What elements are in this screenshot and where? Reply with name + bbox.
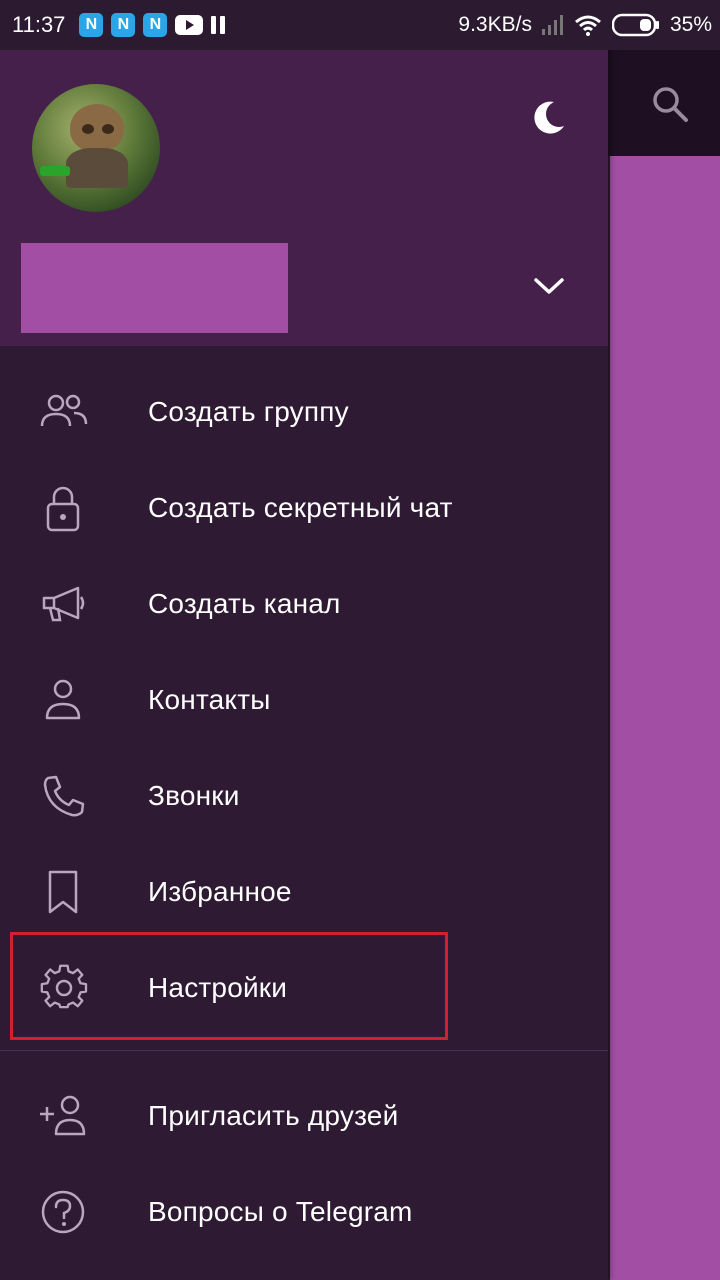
megaphone-icon [38, 580, 90, 628]
menu-item-calls[interactable]: Звонки [0, 748, 608, 844]
menu-item-label: Контакты [148, 684, 271, 715]
menu-item-telegram-faq[interactable]: Вопросы о Telegram [0, 1164, 608, 1260]
avatar[interactable] [32, 84, 160, 212]
avatar-eye [102, 124, 114, 134]
settings-highlight-frame [10, 932, 448, 1040]
battery-icon [611, 13, 660, 37]
menu-item-new-secret-chat[interactable]: Создать секретный чат [0, 460, 608, 556]
menu-item-saved[interactable]: Избранное [0, 844, 608, 940]
menu-item-new-channel[interactable]: Создать канал [0, 556, 608, 652]
menu-item-contacts[interactable]: Контакты [0, 652, 608, 748]
add-person-icon [38, 1092, 90, 1140]
wifi-icon [574, 14, 602, 36]
signal-icon [541, 15, 564, 35]
menu-item-label: Пригласить друзей [148, 1100, 399, 1131]
status-bar: 11:37 N N N 9.3KB/s 35% [0, 0, 720, 50]
pause-icon [211, 16, 226, 34]
youtube-icon [175, 15, 204, 35]
bookmark-icon [38, 868, 90, 916]
n-app-icon: N [111, 13, 136, 37]
avatar-eye [82, 124, 94, 134]
n-app-icon: N [143, 13, 168, 37]
group-icon [38, 388, 90, 436]
notification-icons: N N N [79, 13, 226, 37]
phone-icon [38, 772, 90, 820]
menu-item-label: Звонки [148, 780, 240, 811]
drawer-header [0, 50, 608, 346]
menu-divider [0, 1050, 608, 1051]
menu-item-label: Избранное [148, 876, 292, 907]
avatar-chip [40, 166, 70, 176]
chat-list-redacted [610, 156, 720, 1280]
moon-icon[interactable] [528, 98, 568, 138]
network-speed: 9.3KB/s [458, 13, 532, 36]
menu-item-invite-friends[interactable]: Пригласить друзей [0, 1068, 608, 1164]
menu-item-label: Создать канал [148, 588, 341, 619]
drawer-menu-secondary: Пригласить друзей Вопросы о Telegram [0, 1068, 608, 1260]
menu-item-label: Вопросы о Telegram [148, 1196, 413, 1227]
menu-item-label: Создать группу [148, 396, 349, 427]
avatar-body [66, 148, 128, 188]
chevron-down-icon[interactable] [530, 272, 568, 300]
question-icon [38, 1188, 90, 1236]
battery-percent: 35% [669, 13, 712, 36]
status-time: 11:37 [12, 12, 66, 37]
menu-item-new-group[interactable]: Создать группу [0, 364, 608, 460]
n-app-icon: N [79, 13, 104, 37]
lock-icon [38, 484, 90, 532]
menu-item-label: Создать секретный чат [148, 492, 453, 523]
avatar-face [70, 104, 124, 152]
navigation-drawer: Создать группу Создать секретный чат Соз… [0, 0, 608, 1280]
search-icon[interactable] [650, 84, 690, 124]
account-name-redacted [21, 243, 288, 333]
person-icon [38, 676, 90, 724]
